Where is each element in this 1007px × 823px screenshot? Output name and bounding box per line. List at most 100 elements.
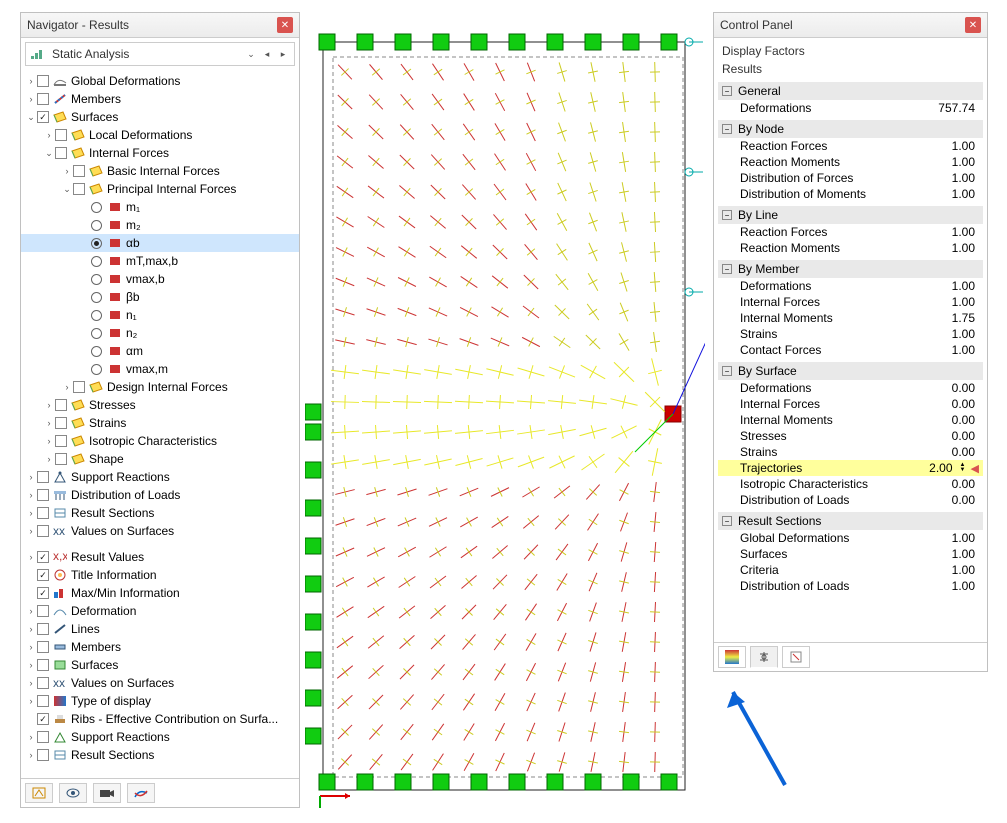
tree-item[interactable]: mT,max,b <box>21 252 299 270</box>
expander-icon[interactable]: ⌄ <box>43 148 55 159</box>
factor-row[interactable]: Deformations0.00 <box>718 380 983 396</box>
expander-icon[interactable]: › <box>43 130 55 140</box>
factor-value[interactable]: 1.00 <box>921 139 979 153</box>
checkbox[interactable] <box>37 659 49 671</box>
checkbox[interactable] <box>37 75 49 87</box>
tree-item[interactable]: ›xxValues on Surfaces <box>21 522 299 540</box>
factor-row[interactable]: Distribution of Forces1.00 <box>718 170 983 186</box>
checkbox[interactable] <box>55 399 67 411</box>
radio-icon[interactable] <box>91 256 102 267</box>
factor-value[interactable]: 1.00 <box>921 171 979 185</box>
expander-icon[interactable]: ⌄ <box>61 184 73 195</box>
radio-icon[interactable] <box>91 202 102 213</box>
checkbox[interactable] <box>37 695 49 707</box>
factor-row[interactable]: Deformations1.00 <box>718 278 983 294</box>
group-header[interactable]: −By Node <box>718 120 983 138</box>
factor-row[interactable]: Reaction Moments1.00 <box>718 240 983 256</box>
tree-item[interactable]: ›Support Reactions <box>21 728 299 746</box>
radio-icon[interactable] <box>91 346 102 357</box>
tree-item[interactable]: vmax,b <box>21 270 299 288</box>
factor-value[interactable]: 0.00 <box>921 493 979 507</box>
factor-row[interactable]: Internal Moments1.75 <box>718 310 983 326</box>
collapse-icon[interactable]: − <box>722 264 732 274</box>
expander-icon[interactable]: › <box>43 436 55 446</box>
radio-icon[interactable] <box>91 310 102 321</box>
factor-row[interactable]: Distribution of Loads0.00 <box>718 492 983 508</box>
tree-item[interactable]: m₂ <box>21 216 299 234</box>
tree-item[interactable]: ›Support Reactions <box>21 468 299 486</box>
tree-item[interactable]: m₁ <box>21 198 299 216</box>
tool-curve-icon[interactable] <box>127 783 155 803</box>
tree-item[interactable]: ›Basic Internal Forces <box>21 162 299 180</box>
radio-icon[interactable] <box>91 364 102 375</box>
tree-item[interactable]: ›Result Sections <box>21 746 299 764</box>
expander-icon[interactable]: › <box>25 660 37 670</box>
expander-icon[interactable]: › <box>25 472 37 482</box>
group-header[interactable]: −By Surface <box>718 362 983 380</box>
factor-row[interactable]: Distribution of Loads1.00 <box>718 578 983 594</box>
checkbox[interactable] <box>37 551 49 563</box>
model-viewport[interactable]: Y <box>305 12 705 808</box>
factor-value[interactable]: 2.00 <box>899 461 957 475</box>
checkbox[interactable] <box>73 381 85 393</box>
analysis-type-dropdown[interactable]: Static Analysis ⌄ ◂ ▸ <box>25 42 295 66</box>
factor-value[interactable]: 0.00 <box>921 397 979 411</box>
tree-item[interactable]: ›Global Deformations <box>21 72 299 90</box>
tool-camera-icon[interactable] <box>93 783 121 803</box>
tree-item[interactable]: ›Type of display <box>21 692 299 710</box>
tree-item[interactable]: ›Result Sections <box>21 504 299 522</box>
factor-row[interactable]: Criteria1.00 <box>718 562 983 578</box>
tab-factors-icon[interactable] <box>750 646 778 668</box>
checkbox[interactable] <box>55 417 67 429</box>
expander-icon[interactable]: › <box>25 94 37 104</box>
factor-row[interactable]: Distribution of Moments1.00 <box>718 186 983 202</box>
tree-item[interactable]: ›Members <box>21 90 299 108</box>
expander-icon[interactable]: › <box>25 552 37 562</box>
checkbox[interactable] <box>37 569 49 581</box>
expander-icon[interactable]: › <box>61 382 73 392</box>
factor-row[interactable]: Isotropic Characteristics0.00 <box>718 476 983 492</box>
factor-value[interactable]: 0.00 <box>921 477 979 491</box>
factor-row[interactable]: Trajectories2.00▲▼◀ <box>718 460 983 476</box>
group-header[interactable]: −General <box>718 82 983 100</box>
expander-icon[interactable]: › <box>25 526 37 536</box>
factor-value[interactable]: 0.00 <box>921 413 979 427</box>
tree-item[interactable]: ⌄Surfaces <box>21 108 299 126</box>
expander-icon[interactable]: › <box>43 418 55 428</box>
tree-item[interactable]: ⌄Principal Internal Forces <box>21 180 299 198</box>
collapse-icon[interactable]: − <box>722 124 732 134</box>
tree-item[interactable]: Max/Min Information <box>21 584 299 602</box>
checkbox[interactable] <box>37 605 49 617</box>
tree-item[interactable]: ›Strains <box>21 414 299 432</box>
factor-row[interactable]: Reaction Moments1.00 <box>718 154 983 170</box>
tree-item[interactable]: ›Isotropic Characteristics <box>21 432 299 450</box>
tree-item[interactable]: vmax,m <box>21 360 299 378</box>
tree-item[interactable]: ›x,xResult Values <box>21 548 299 566</box>
checkbox[interactable] <box>55 453 67 465</box>
checkbox[interactable] <box>55 435 67 447</box>
factor-row[interactable]: Contact Forces1.00 <box>718 342 983 358</box>
tree-item[interactable]: ›xxValues on Surfaces <box>21 674 299 692</box>
factor-row[interactable]: Strains1.00 <box>718 326 983 342</box>
group-header[interactable]: −Result Sections <box>718 512 983 530</box>
expander-icon[interactable]: › <box>25 606 37 616</box>
tree-item[interactable]: ›Members <box>21 638 299 656</box>
factor-value[interactable]: 1.00 <box>921 187 979 201</box>
expander-icon[interactable]: › <box>25 76 37 86</box>
expander-icon[interactable]: › <box>25 678 37 688</box>
expander-icon[interactable]: › <box>61 166 73 176</box>
factor-value[interactable]: 1.00 <box>921 531 979 545</box>
tree-item[interactable]: ›Shape <box>21 450 299 468</box>
checkbox[interactable] <box>55 147 67 159</box>
tree-item[interactable]: ⌄Internal Forces <box>21 144 299 162</box>
factor-value[interactable]: 1.00 <box>921 295 979 309</box>
checkbox[interactable] <box>37 623 49 635</box>
tree-item[interactable]: ›Lines <box>21 620 299 638</box>
tree-item[interactable]: ›Local Deformations <box>21 126 299 144</box>
tool-eye-icon[interactable] <box>59 783 87 803</box>
expander-icon[interactable]: › <box>25 624 37 634</box>
checkbox[interactable] <box>37 731 49 743</box>
factor-value[interactable]: 1.00 <box>921 327 979 341</box>
collapse-icon[interactable]: − <box>722 86 732 96</box>
next-arrow-icon[interactable]: ▸ <box>276 47 290 61</box>
